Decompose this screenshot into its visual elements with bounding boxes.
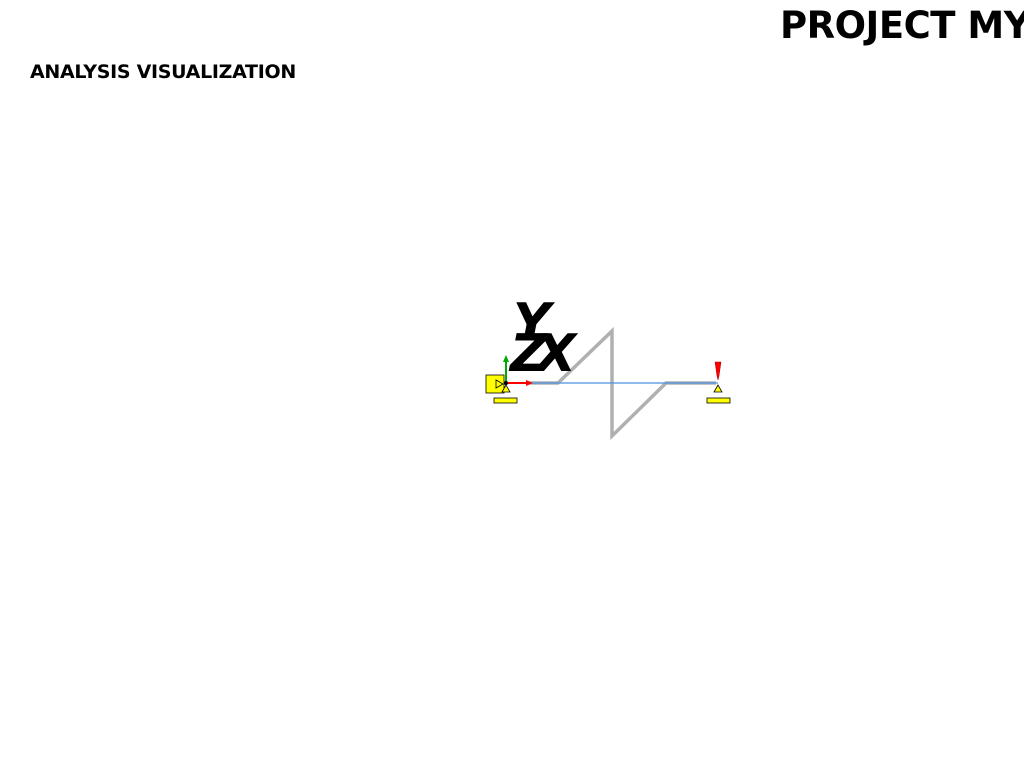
x-axis-label: X (533, 324, 579, 384)
point-load-arrow-icon (714, 361, 722, 381)
roller-support-icon (706, 384, 731, 404)
origin-node (504, 381, 508, 385)
y-axis-arrow-icon (503, 355, 509, 362)
model-canvas[interactable]: Y Z X (0, 0, 1024, 768)
analysis-viewport[interactable]: PROJECT MYP ANALYSIS VISUALIZATION (0, 0, 1024, 768)
